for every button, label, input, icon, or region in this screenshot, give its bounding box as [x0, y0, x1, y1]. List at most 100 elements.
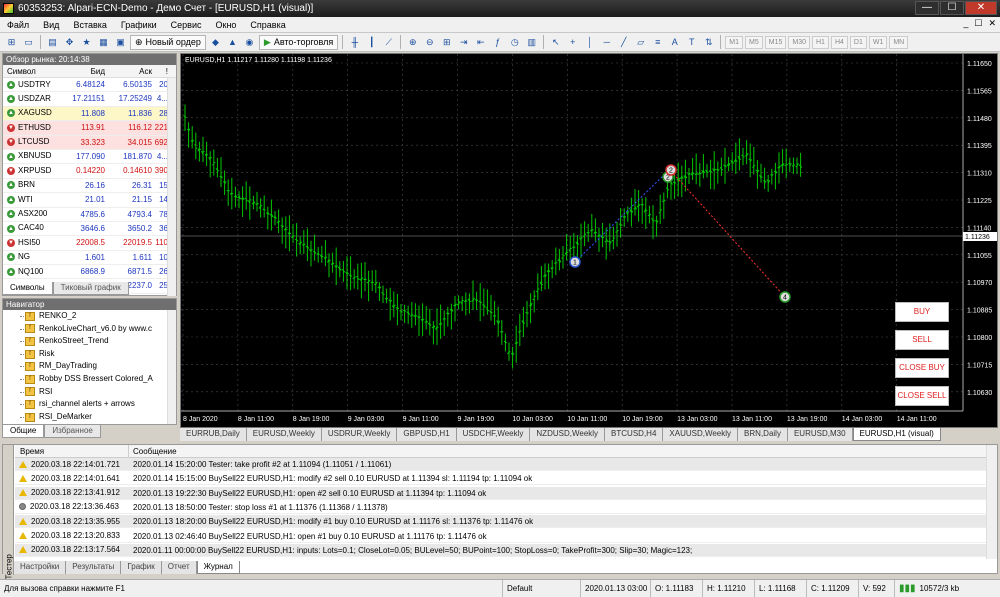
- close-buy-button[interactable]: CLOSE BUY: [895, 358, 949, 378]
- navigator-item[interactable]: f RSI_DeMarker: [3, 411, 176, 424]
- symbol-row[interactable]: ▲ XAGUSD 11.808 11.836 28: [3, 106, 176, 122]
- col-spread[interactable]: !: [152, 65, 170, 77]
- tester-icon[interactable]: ▣: [113, 35, 128, 50]
- signals-icon[interactable]: ◉: [242, 35, 257, 50]
- candles-icon[interactable]: ┃: [364, 35, 379, 50]
- bar-chart-icon[interactable]: ╫: [347, 35, 362, 50]
- symbol-row[interactable]: ▲ WTI 21.01 21.15 14: [3, 193, 176, 208]
- symbol-row[interactable]: ▼ HSI50 22008.5 22019.5 110: [3, 236, 176, 251]
- tab-journal[interactable]: Журнал: [196, 561, 240, 574]
- journal-scrollbar[interactable]: [986, 445, 997, 559]
- timeframe-mn[interactable]: MN: [889, 35, 909, 49]
- col-ask[interactable]: Аск: [105, 65, 152, 77]
- navigator-icon[interactable]: ★: [79, 35, 94, 50]
- fibonacci-icon[interactable]: ≡: [650, 35, 665, 50]
- symbol-row[interactable]: ▲ NQ100 6868.9 6871.5 26: [3, 265, 176, 280]
- vertical-line-icon[interactable]: │: [582, 35, 597, 50]
- tab-symbols[interactable]: Символы: [2, 282, 53, 295]
- journal-row[interactable]: 2020.03.18 22:13:17.564 2020.01.11 00:00:…: [15, 543, 987, 557]
- col-time[interactable]: Время: [15, 445, 129, 457]
- navigator-item[interactable]: f Risk: [3, 348, 176, 361]
- zoom-in-icon[interactable]: ⊕: [405, 35, 420, 50]
- menu-insert[interactable]: Вставка: [66, 20, 113, 30]
- sell-button[interactable]: SELL: [895, 330, 949, 350]
- menu-window[interactable]: Окно: [209, 20, 244, 30]
- minimize-button[interactable]: —: [915, 1, 939, 15]
- timeframe-h1[interactable]: H1: [811, 35, 829, 49]
- col-symbol[interactable]: Символ: [3, 65, 55, 77]
- col-message[interactable]: Сообщение: [129, 445, 177, 457]
- chart-tab[interactable]: USDCHF,Weekly: [456, 428, 531, 441]
- navigator-item[interactable]: f rsi_channel alerts + arrows: [3, 398, 176, 411]
- chart-tab[interactable]: XAUUSD,Weekly: [663, 428, 739, 441]
- price-chart[interactable]: 1.11650 1.11565 1.11480 1.11395 1.11310 1.112…: [180, 53, 998, 428]
- chart-tab[interactable]: GBPUSD,H1: [397, 428, 457, 441]
- tab-favorites[interactable]: Избранное: [44, 425, 101, 438]
- menu-tools[interactable]: Сервис: [164, 20, 209, 30]
- maximize-button[interactable]: ☐: [940, 1, 964, 15]
- journal-row[interactable]: 2020.03.18 22:13:20.833 2020.01.13 02:46:…: [15, 530, 987, 543]
- horizontal-line-icon[interactable]: ─: [599, 35, 614, 50]
- journal-row[interactable]: 2020.03.18 22:13:35.955 2020.01.13 18:20:…: [15, 515, 987, 529]
- symbol-row[interactable]: ▼ LTCUSD 33.323 34.015 692: [3, 135, 176, 150]
- buy-button[interactable]: BUY: [895, 302, 949, 322]
- profiles-icon[interactable]: ▭: [21, 35, 36, 50]
- tab-settings[interactable]: Настройки: [14, 561, 67, 574]
- chart-tab[interactable]: USDRUR,Weekly: [321, 428, 398, 441]
- zoom-out-icon[interactable]: ⊖: [422, 35, 437, 50]
- tile-windows-icon[interactable]: ⊞: [439, 35, 454, 50]
- market-watch-icon[interactable]: ▤: [45, 35, 60, 50]
- timeframe-m5[interactable]: M5: [745, 35, 763, 49]
- journal-row[interactable]: 2020.03.18 22:14:01.641 2020.01.14 15:15:…: [15, 472, 987, 486]
- symbol-row[interactable]: ▲ CAC40 3646.6 3650.2 36: [3, 222, 176, 237]
- tab-tick-chart[interactable]: Тиковый график: [52, 282, 129, 295]
- symbol-row[interactable]: ▲ BRN 26.16 26.31 15: [3, 179, 176, 194]
- periods-icon[interactable]: ◷: [507, 35, 522, 50]
- mdi-close-button[interactable]: ✕: [988, 18, 996, 29]
- symbol-row[interactable]: ▲ USDZAR 17.21151 17.25249 4...: [3, 92, 176, 107]
- chart-canvas[interactable]: 1.11650 1.11565 1.11480 1.11395 1.11310 1.112…: [181, 54, 997, 427]
- timeframe-d1[interactable]: D1: [849, 35, 867, 49]
- tab-graph[interactable]: График: [121, 561, 162, 574]
- journal-row[interactable]: 2020.03.18 22:14:01.721 2020.01.14 15:20:…: [15, 458, 987, 471]
- arrows-icon[interactable]: ⇅: [701, 35, 716, 50]
- navigator-item[interactable]: f RenkoLiveChart_v6.0 by www.c: [3, 323, 176, 336]
- channel-icon[interactable]: ▱: [633, 35, 648, 50]
- chart-tab[interactable]: BRN,Daily: [738, 428, 788, 441]
- chart-tab[interactable]: EURRUB,Daily: [180, 428, 247, 441]
- timeframe-m1[interactable]: M1: [725, 35, 743, 49]
- menu-file[interactable]: Файл: [0, 20, 36, 30]
- symbol-row[interactable]: ▼ ETHUSD 113.91 116.12 221: [3, 121, 176, 136]
- chart-tab[interactable]: NZDUSD,Weekly: [530, 428, 606, 441]
- text-tool-icon[interactable]: A: [667, 35, 682, 50]
- timeframe-m15[interactable]: M15: [764, 35, 787, 49]
- navigator-item[interactable]: f RSI: [3, 386, 176, 399]
- navigator-item[interactable]: f Robby DSS Bressert Colored_A: [3, 373, 176, 386]
- mdi-restore-button[interactable]: ☐: [974, 18, 982, 29]
- new-chart-icon[interactable]: ⊞: [4, 35, 19, 50]
- menu-view[interactable]: Вид: [36, 20, 66, 30]
- templates-icon[interactable]: ▥: [524, 35, 539, 50]
- timeframe-h4[interactable]: H4: [830, 35, 848, 49]
- cursor-icon[interactable]: ↖: [548, 35, 563, 50]
- tab-common[interactable]: Общие: [2, 425, 45, 438]
- chart-shift-icon[interactable]: ⇤: [473, 35, 488, 50]
- chart-tab[interactable]: BTCUSD,H4: [605, 428, 664, 441]
- auto-trading-button[interactable]: ▶ Авто-торговля: [258, 34, 339, 50]
- symbol-row[interactable]: ▲ NG 1.601 1.611 10: [3, 251, 176, 266]
- terminal-icon[interactable]: ▦: [96, 35, 111, 50]
- journal-row[interactable]: 2020.03.18 22:13:41.912 2020.01.13 19:22:…: [15, 486, 987, 500]
- chart-tab[interactable]: EURUSD,Weekly: [246, 428, 322, 441]
- line-chart-icon[interactable]: ⟋: [381, 35, 396, 50]
- navigator-scrollbar[interactable]: [167, 310, 176, 424]
- trendline-icon[interactable]: ╱: [616, 35, 631, 50]
- auto-scroll-icon[interactable]: ⇥: [456, 35, 471, 50]
- chart-tab[interactable]: EURUSD,H1 (visual): [852, 428, 941, 441]
- text-label-tool-icon[interactable]: T: [684, 35, 699, 50]
- mdi-minimize-button[interactable]: _: [963, 18, 968, 29]
- menu-help[interactable]: Справка: [243, 20, 292, 30]
- metaeditor-icon[interactable]: ◆: [208, 35, 223, 50]
- data-window-icon[interactable]: ✥: [62, 35, 77, 50]
- menu-charts[interactable]: Графики: [114, 20, 164, 30]
- journal-row[interactable]: 2020.03.18 22:13:36.463 2020.01.13 18:50:…: [15, 501, 987, 514]
